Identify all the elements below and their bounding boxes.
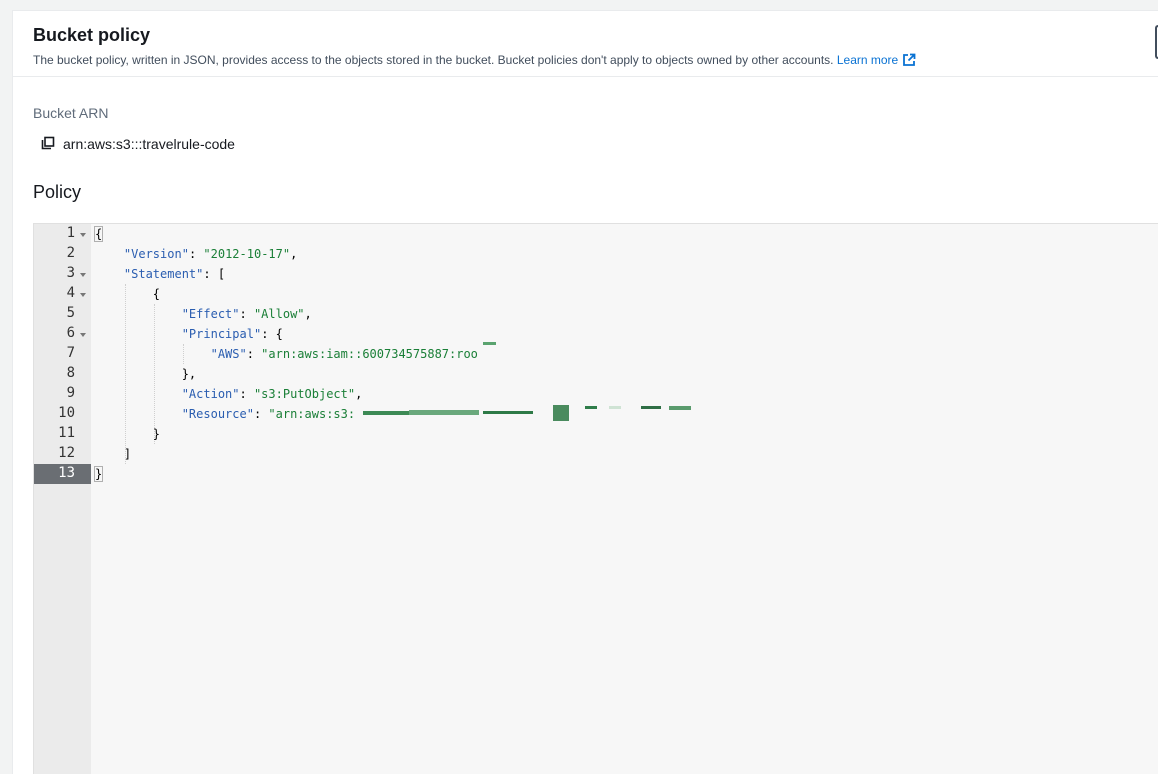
code-token: } bbox=[93, 466, 104, 482]
redaction-mark bbox=[553, 405, 569, 421]
policy-code-editor[interactable]: 1 2 3 4 5 6 7 8 9 10 11 12 13 { "Version… bbox=[33, 223, 1158, 774]
code-line: "Version": "2012-10-17", bbox=[123, 247, 298, 261]
code-token: "Principal" bbox=[181, 327, 262, 341]
line-number-label: 2 bbox=[66, 245, 75, 261]
code-line: } bbox=[93, 464, 104, 484]
bucket-policy-panel: Bucket policy The bucket policy, written… bbox=[12, 10, 1158, 774]
code-line: "AWS": "arn:aws:iam::600734575887:roo bbox=[210, 347, 478, 361]
line-number-label: 6 bbox=[66, 325, 75, 341]
bucket-arn-label: Bucket ARN bbox=[33, 105, 109, 121]
code-token: "arn:aws:iam::600734575887:roo bbox=[261, 347, 478, 361]
learn-more-link[interactable]: Learn more bbox=[837, 53, 916, 67]
external-link-icon[interactable] bbox=[902, 53, 916, 70]
code-line: ] bbox=[95, 444, 131, 464]
code-token: "Statement" bbox=[123, 267, 204, 281]
fold-caret-icon[interactable] bbox=[80, 293, 86, 297]
code-token: "Action" bbox=[181, 387, 240, 401]
line-number-label: 9 bbox=[66, 385, 75, 401]
line-number-gutter: 1 2 3 4 5 6 7 8 9 10 11 12 13 bbox=[34, 224, 91, 774]
code-token: "2012-10-17" bbox=[203, 247, 291, 261]
line-number: 6 bbox=[34, 324, 91, 344]
redaction-mark bbox=[641, 406, 661, 409]
code-line: } bbox=[95, 424, 160, 444]
active-line-number: 13 bbox=[34, 464, 91, 484]
code-token: } bbox=[152, 427, 161, 441]
fold-caret-icon[interactable] bbox=[80, 273, 86, 277]
line-number: 3 bbox=[34, 264, 91, 284]
line-number: 2 bbox=[34, 244, 91, 264]
line-number: 12 bbox=[34, 444, 91, 464]
line-number-label: 11 bbox=[58, 425, 75, 441]
line-number: 7 bbox=[34, 344, 91, 364]
line-number-label: 4 bbox=[66, 285, 75, 301]
bucket-arn-row: arn:aws:s3:::travelrule-code bbox=[41, 134, 235, 154]
code-token: { bbox=[93, 226, 104, 242]
code-token: "Resource" bbox=[181, 407, 254, 421]
redaction-mark bbox=[669, 406, 691, 410]
code-token: { bbox=[152, 287, 161, 301]
code-token: { bbox=[275, 327, 283, 341]
code-line: "Resource": "arn:aws:s3: bbox=[181, 407, 356, 421]
code-token: "arn:aws:s3: bbox=[268, 407, 356, 421]
line-number-label: 7 bbox=[66, 345, 75, 361]
line-number-label: 8 bbox=[66, 365, 75, 381]
copy-icon[interactable] bbox=[41, 136, 57, 152]
panel-description: The bucket policy, written in JSON, prov… bbox=[33, 53, 916, 70]
line-number-label: 13 bbox=[58, 465, 75, 481]
code-token: }, bbox=[181, 367, 197, 381]
redaction-mark bbox=[483, 342, 496, 345]
code-token: "Effect" bbox=[181, 307, 240, 321]
line-number-label: 10 bbox=[58, 405, 75, 421]
learn-more-label[interactable]: Learn more bbox=[837, 53, 898, 67]
line-number-label: 3 bbox=[66, 265, 75, 281]
code-token: "s3:PutObject" bbox=[253, 387, 356, 401]
line-number: 4 bbox=[34, 284, 91, 304]
line-number: 8 bbox=[34, 364, 91, 384]
code-token: ] bbox=[123, 447, 132, 461]
bucket-arn-value: arn:aws:s3:::travelrule-code bbox=[63, 136, 235, 152]
redaction-mark bbox=[483, 411, 533, 414]
code-token: [ bbox=[217, 267, 226, 281]
panel-header: Bucket policy The bucket policy, written… bbox=[13, 11, 1158, 77]
code-area[interactable]: { "Version": "2012-10-17", "Statement": … bbox=[91, 224, 1158, 774]
line-number: 9 bbox=[34, 384, 91, 404]
redaction-mark bbox=[409, 410, 479, 415]
redaction-mark bbox=[609, 406, 621, 409]
line-number-label: 1 bbox=[66, 225, 75, 241]
redaction-mark bbox=[585, 406, 597, 409]
code-line: "Principal": { bbox=[181, 327, 283, 341]
line-number-label: 5 bbox=[66, 305, 75, 321]
code-token: "AWS" bbox=[210, 347, 247, 361]
line-number: 1 bbox=[34, 224, 91, 244]
code-line: }, bbox=[95, 364, 196, 384]
code-token: "Allow" bbox=[253, 307, 305, 321]
code-line: "Action": "s3:PutObject", bbox=[181, 387, 363, 401]
code-line: "Effect": "Allow", bbox=[181, 307, 312, 321]
panel-title: Bucket policy bbox=[33, 25, 151, 45]
description-text: The bucket policy, written in JSON, prov… bbox=[33, 53, 834, 67]
code-token: "Version" bbox=[123, 247, 189, 261]
line-number: 10 bbox=[34, 404, 91, 424]
code-line: "Statement": [ bbox=[123, 267, 226, 281]
code-line: { bbox=[93, 224, 104, 244]
policy-heading: Policy bbox=[33, 182, 82, 202]
code-line: { bbox=[95, 284, 160, 304]
line-number: 11 bbox=[34, 424, 91, 444]
line-number-label: 12 bbox=[58, 445, 75, 461]
line-number: 5 bbox=[34, 304, 91, 324]
fold-caret-icon[interactable] bbox=[80, 333, 86, 337]
fold-caret-icon[interactable] bbox=[80, 233, 86, 237]
